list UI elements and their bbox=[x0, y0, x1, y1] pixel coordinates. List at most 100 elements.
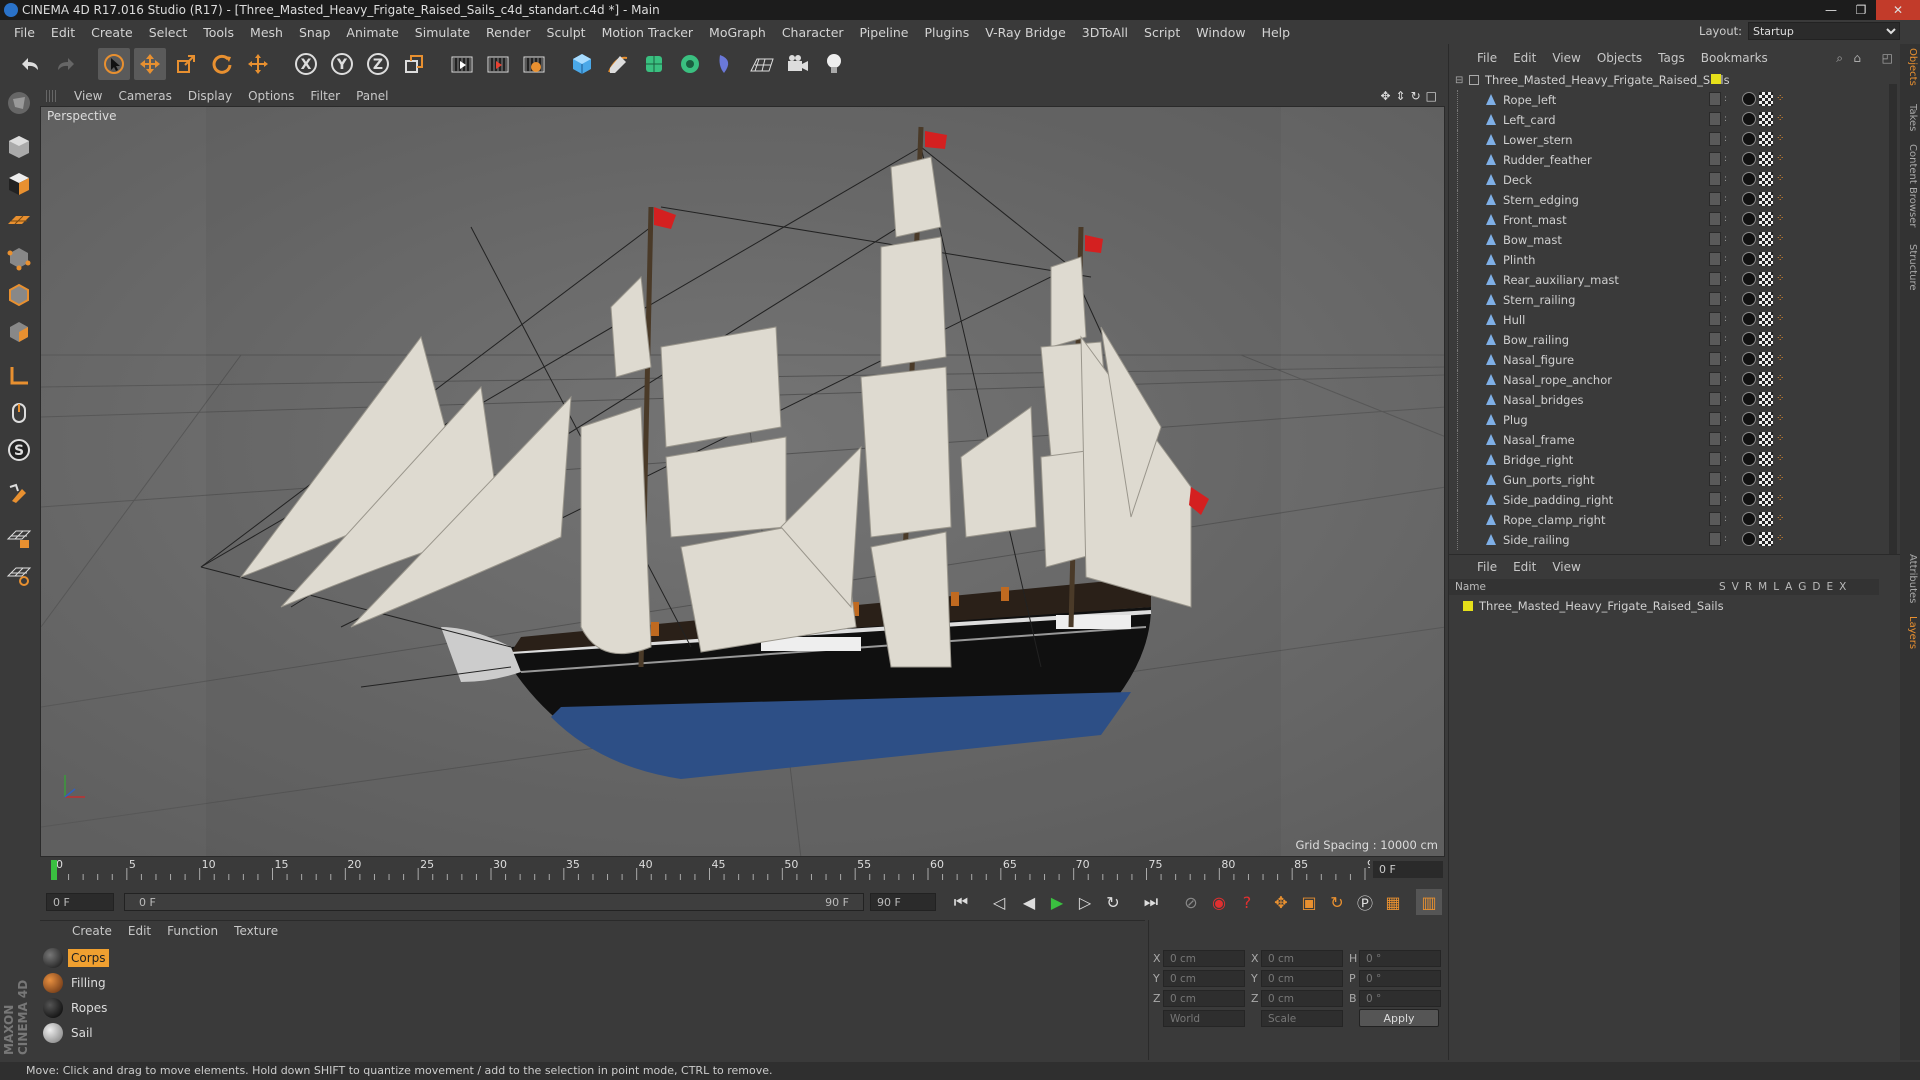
make-editable-icon[interactable] bbox=[1, 85, 37, 121]
previous-key-icon[interactable]: ◁ bbox=[986, 889, 1012, 915]
frame-range-slider[interactable]: 0 F 90 F bbox=[124, 893, 864, 911]
material-tag-icon[interactable] bbox=[1742, 372, 1756, 386]
phong-tag-icon[interactable]: ⁘ bbox=[1776, 392, 1786, 406]
magnet-icon[interactable] bbox=[1, 476, 37, 512]
size-y-field[interactable]: 0 cm bbox=[1261, 970, 1343, 987]
object-row[interactable]: Hull: ⁘ bbox=[1449, 310, 1889, 330]
texture-tag-icon[interactable] bbox=[1759, 212, 1773, 226]
layer-checkbox[interactable] bbox=[1709, 212, 1721, 226]
keyframe-selection-icon[interactable]: ? bbox=[1234, 889, 1260, 915]
layer-checkbox[interactable] bbox=[1709, 452, 1721, 466]
visibility-dots-icon[interactable]: : bbox=[1724, 354, 1730, 363]
object-row[interactable]: Stern_edging: ⁘ bbox=[1449, 190, 1889, 210]
phong-tag-icon[interactable]: ⁘ bbox=[1776, 412, 1786, 426]
edges-mode-icon[interactable] bbox=[1, 277, 37, 313]
phong-tag-icon[interactable]: ⁘ bbox=[1776, 372, 1786, 386]
phong-tag-icon[interactable]: ⁘ bbox=[1776, 472, 1786, 486]
timeline-layout-icon[interactable]: ▥ bbox=[1416, 889, 1442, 915]
object-menu-bookmarks[interactable]: Bookmarks bbox=[1693, 51, 1776, 65]
polygons-mode-icon[interactable] bbox=[1, 314, 37, 350]
tab-objects[interactable]: Objects bbox=[1902, 48, 1918, 86]
material-item[interactable]: Sail bbox=[40, 1020, 1145, 1045]
key-rotation-icon[interactable]: ↻ bbox=[1324, 889, 1350, 915]
layer-checkbox[interactable] bbox=[1709, 272, 1721, 286]
redo-icon[interactable] bbox=[50, 48, 82, 80]
object-row[interactable]: Nasal_rope_anchor: ⁘ bbox=[1449, 370, 1889, 390]
layer-checkbox[interactable] bbox=[1709, 532, 1721, 546]
object-row[interactable]: Rope_clamp_right: ⁘ bbox=[1449, 510, 1889, 530]
go-to-end-icon[interactable]: ⏭ bbox=[1138, 889, 1164, 915]
start-frame-field[interactable]: 0 F bbox=[46, 893, 114, 911]
object-row[interactable]: Plug: ⁘ bbox=[1449, 410, 1889, 430]
search-icon[interactable]: ⌕ bbox=[1836, 51, 1843, 66]
material-tag-icon[interactable] bbox=[1742, 192, 1756, 206]
grid-snap-icon[interactable] bbox=[1, 557, 37, 593]
texture-tag-icon[interactable] bbox=[1759, 152, 1773, 166]
model-mode-icon[interactable] bbox=[1, 129, 37, 165]
visibility-dots-icon[interactable]: : bbox=[1724, 454, 1730, 463]
visibility-dots-icon[interactable]: : bbox=[1724, 194, 1730, 203]
layer-checkbox[interactable] bbox=[1709, 172, 1721, 186]
position-y-field[interactable]: 0 cm bbox=[1163, 970, 1245, 987]
phong-tag-icon[interactable]: ⁘ bbox=[1776, 352, 1786, 366]
apply-button[interactable]: Apply bbox=[1359, 1009, 1439, 1027]
object-row[interactable]: Side_padding_right: ⁘ bbox=[1449, 490, 1889, 510]
object-row[interactable]: Front_mast: ⁘ bbox=[1449, 210, 1889, 230]
material-tag-icon[interactable] bbox=[1742, 512, 1756, 526]
phong-tag-icon[interactable]: ⁘ bbox=[1776, 172, 1786, 186]
layer-checkbox[interactable] bbox=[1709, 352, 1721, 366]
layer-menu-file[interactable]: File bbox=[1469, 560, 1505, 574]
visibility-dots-icon[interactable]: : bbox=[1724, 534, 1730, 543]
object-row[interactable]: Deck: ⁘ bbox=[1449, 170, 1889, 190]
phong-tag-icon[interactable]: ⁘ bbox=[1776, 312, 1786, 326]
material-tag-icon[interactable] bbox=[1742, 452, 1756, 466]
visibility-dots-icon[interactable]: : bbox=[1724, 94, 1730, 103]
material-tag-icon[interactable] bbox=[1742, 232, 1756, 246]
object-row[interactable]: Lower_stern: ⁘ bbox=[1449, 130, 1889, 150]
material-item[interactable]: Corps bbox=[40, 945, 1145, 970]
floor-icon[interactable] bbox=[746, 48, 778, 80]
minimize-icon[interactable]: — bbox=[1816, 0, 1846, 20]
phong-tag-icon[interactable]: ⁘ bbox=[1776, 512, 1786, 526]
rotation-b-field[interactable]: 0 ° bbox=[1359, 990, 1441, 1007]
phong-tag-icon[interactable]: ⁘ bbox=[1776, 152, 1786, 166]
menu-character[interactable]: Character bbox=[774, 25, 852, 40]
texture-mode-icon[interactable] bbox=[1, 166, 37, 202]
go-to-start-icon[interactable]: ⏮ bbox=[948, 889, 974, 915]
object-row[interactable]: Rear_auxiliary_mast: ⁘ bbox=[1449, 270, 1889, 290]
key-scale-icon[interactable]: ▣ bbox=[1296, 889, 1322, 915]
coordinate-space-dropdown[interactable]: World bbox=[1163, 1010, 1245, 1027]
collapse-icon[interactable]: ⊟ bbox=[1455, 75, 1465, 86]
layer-row[interactable]: Three_Masted_Heavy_Frigate_Raised_Sails bbox=[1449, 597, 1879, 615]
move-tool-icon[interactable] bbox=[134, 48, 166, 80]
menu-select[interactable]: Select bbox=[141, 25, 196, 40]
menu-script[interactable]: Script bbox=[1136, 25, 1188, 40]
workplane-lock-icon[interactable] bbox=[1, 520, 37, 556]
phong-tag-icon[interactable]: ⁘ bbox=[1776, 532, 1786, 546]
menu-vray-bridge[interactable]: V-Ray Bridge bbox=[977, 25, 1074, 40]
menu-sculpt[interactable]: Sculpt bbox=[539, 25, 594, 40]
menu-file[interactable]: File bbox=[6, 25, 43, 40]
layer-checkbox[interactable] bbox=[1709, 152, 1721, 166]
next-frame-icon[interactable]: ▷ bbox=[1072, 889, 1098, 915]
material-tag-icon[interactable] bbox=[1742, 312, 1756, 326]
layer-checkbox[interactable] bbox=[1709, 192, 1721, 206]
texture-tag-icon[interactable] bbox=[1759, 92, 1773, 106]
texture-tag-icon[interactable] bbox=[1759, 512, 1773, 526]
visibility-dots-icon[interactable]: : bbox=[1724, 294, 1730, 303]
tab-structure[interactable]: Structure bbox=[1902, 244, 1918, 291]
object-menu-view[interactable]: View bbox=[1544, 51, 1588, 65]
phong-tag-icon[interactable]: ⁘ bbox=[1776, 292, 1786, 306]
visibility-dots-icon[interactable]: : bbox=[1724, 154, 1730, 163]
tab-content-browser[interactable]: Content Browser bbox=[1902, 144, 1918, 227]
menu-plugins[interactable]: Plugins bbox=[916, 25, 977, 40]
material-tag-icon[interactable] bbox=[1742, 272, 1756, 286]
object-row[interactable]: Stern_railing: ⁘ bbox=[1449, 290, 1889, 310]
phong-tag-icon[interactable]: ⁘ bbox=[1776, 432, 1786, 446]
layer-checkbox[interactable] bbox=[1709, 232, 1721, 246]
material-item[interactable]: Filling bbox=[40, 970, 1145, 995]
render-picture-viewer-icon[interactable] bbox=[482, 48, 514, 80]
end-frame-field[interactable]: 90 F bbox=[870, 893, 936, 911]
undo-icon[interactable] bbox=[14, 48, 46, 80]
workplane-mode-icon[interactable] bbox=[1, 203, 37, 239]
